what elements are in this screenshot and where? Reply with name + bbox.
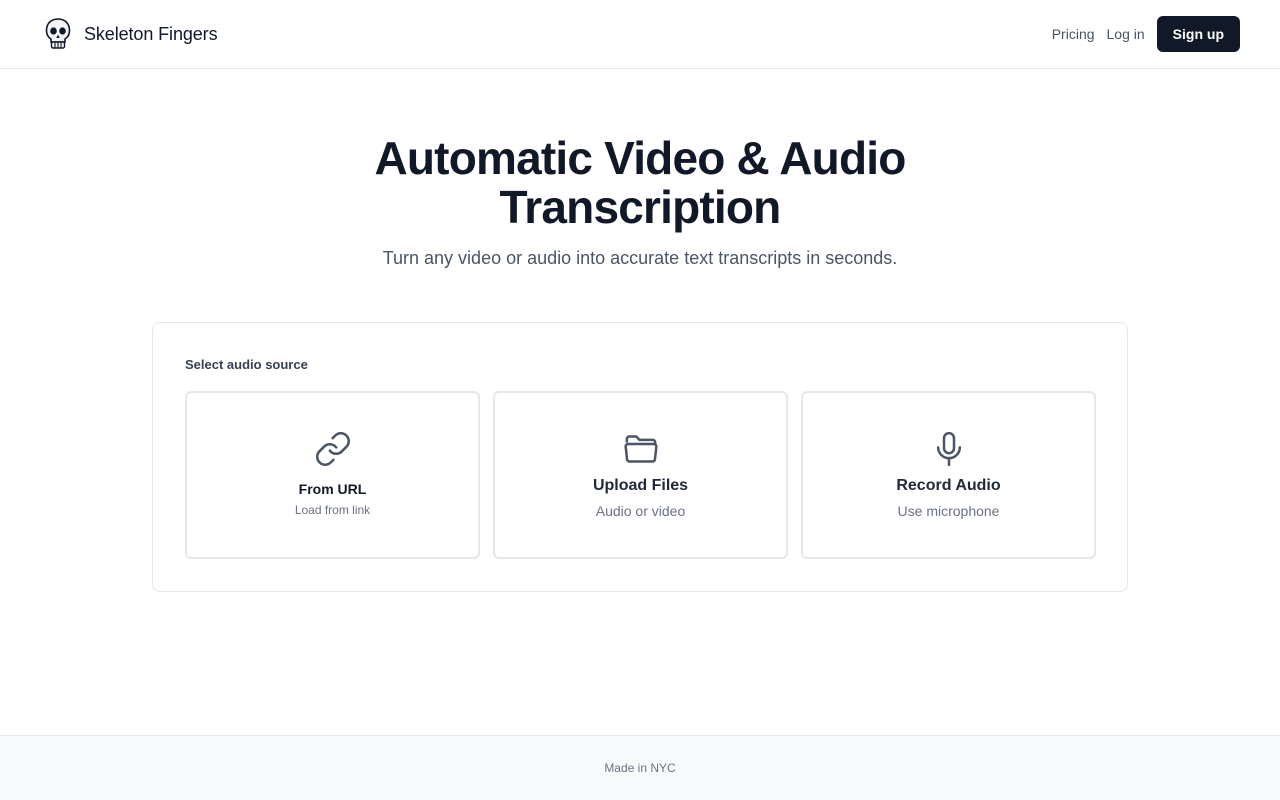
option-title: From URL (298, 481, 367, 497)
brand-name: Skeleton Fingers (84, 23, 218, 44)
audio-source-options: From URL Load from link Upload Files Aud… (185, 391, 1096, 559)
top-nav: Pricing Log in Sign up (1052, 16, 1240, 52)
upload-files-option[interactable]: Upload Files Audio or video (493, 391, 788, 559)
page-title: Automatic Video & Audio Transcription (374, 132, 906, 233)
pricing-link[interactable]: Pricing (1052, 26, 1095, 42)
page-subtitle: Turn any video or audio into accurate te… (382, 248, 898, 268)
footer-text: Made in NYC (604, 761, 676, 775)
audio-source-card: Select audio source From URL Load from l… (152, 322, 1128, 592)
site-header: Skeleton Fingers Pricing Log in Sign up (0, 0, 1280, 69)
microphone-icon (929, 429, 969, 469)
option-description: Audio or video (595, 503, 686, 519)
from-url-option[interactable]: From URL Load from link (185, 391, 480, 559)
option-description: Load from link (294, 503, 371, 517)
folder-icon (621, 429, 661, 469)
signup-button[interactable]: Sign up (1156, 16, 1240, 52)
option-title: Record Audio (896, 477, 1001, 494)
site-footer: Made in NYC (0, 735, 1280, 800)
skull-icon (44, 17, 72, 51)
audio-source-label: Select audio source (185, 357, 308, 372)
brand[interactable]: Skeleton Fingers (44, 17, 218, 51)
login-link[interactable]: Log in (1107, 26, 1145, 42)
option-description: Use microphone (897, 503, 1000, 519)
hero: Automatic Video & Audio Transcription Tu… (0, 134, 1280, 269)
link-icon (314, 429, 352, 469)
option-title: Upload Files (592, 477, 689, 494)
record-audio-option[interactable]: Record Audio Use microphone (801, 391, 1096, 559)
